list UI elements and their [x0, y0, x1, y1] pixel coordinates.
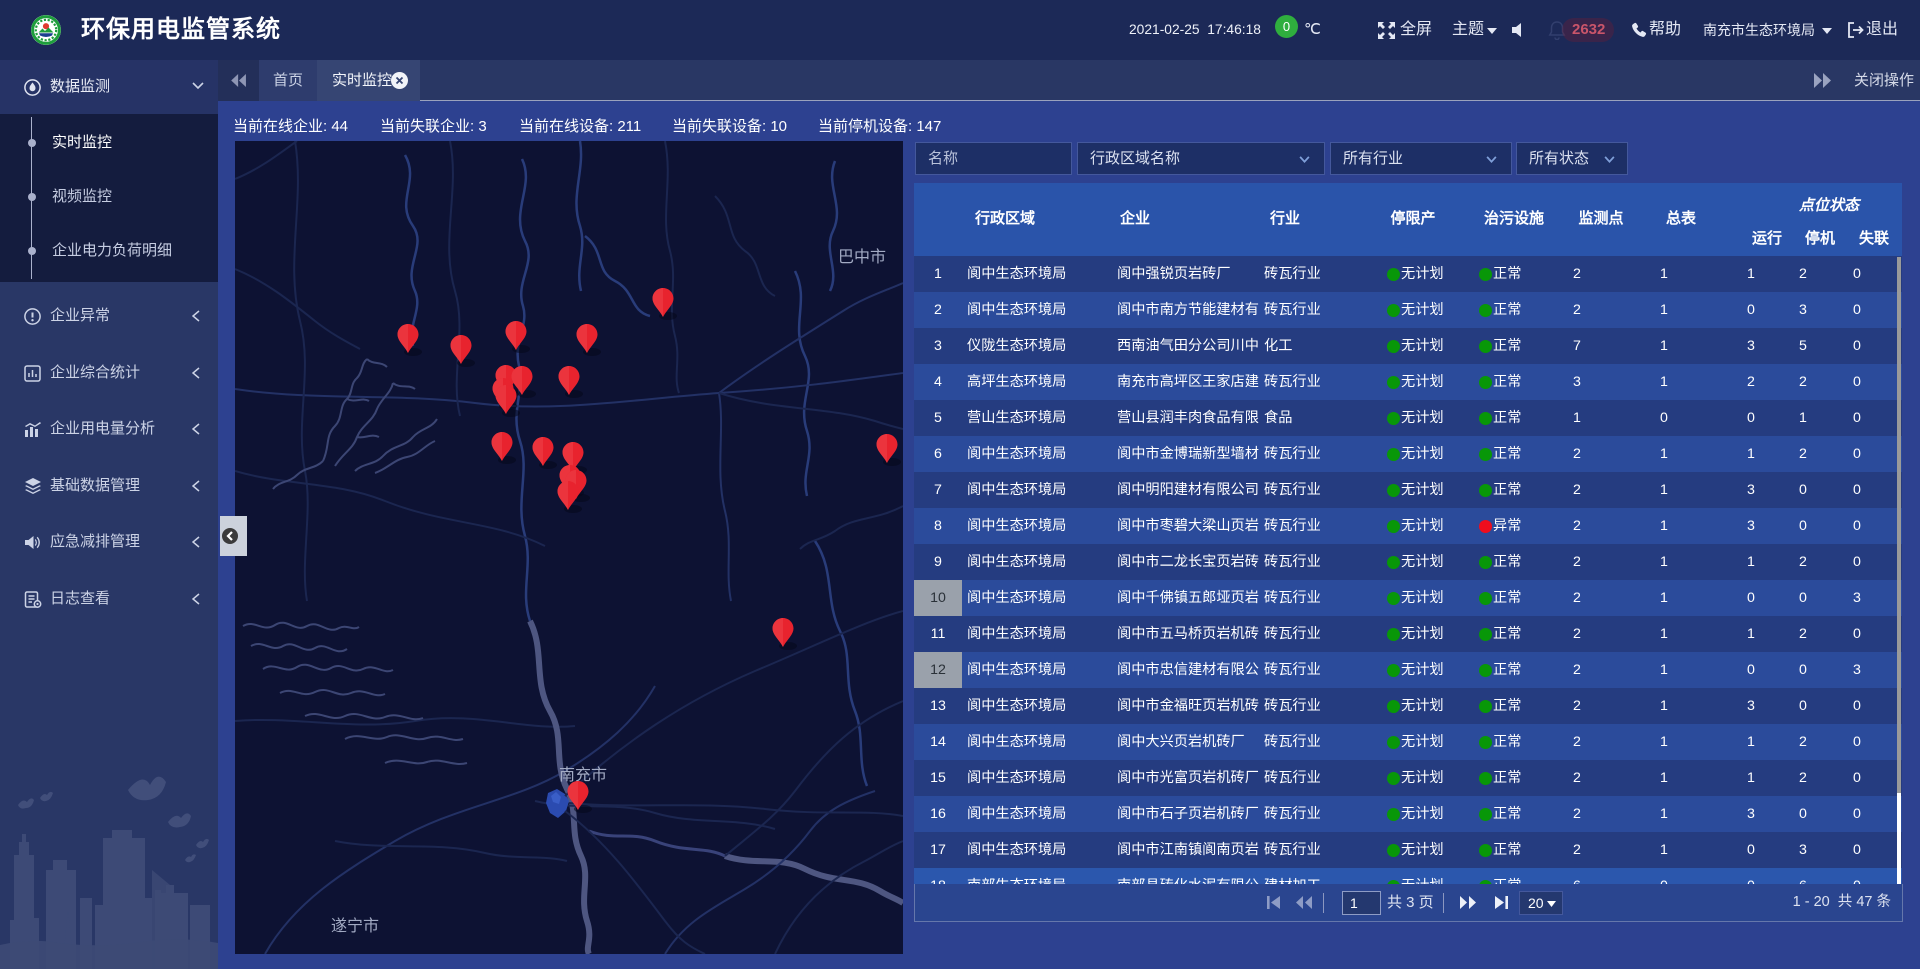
svg-text:遂宁市: 遂宁市	[331, 917, 379, 935]
svg-text:南充市: 南充市	[559, 766, 607, 784]
svg-text:巴中市: 巴中市	[838, 248, 886, 266]
